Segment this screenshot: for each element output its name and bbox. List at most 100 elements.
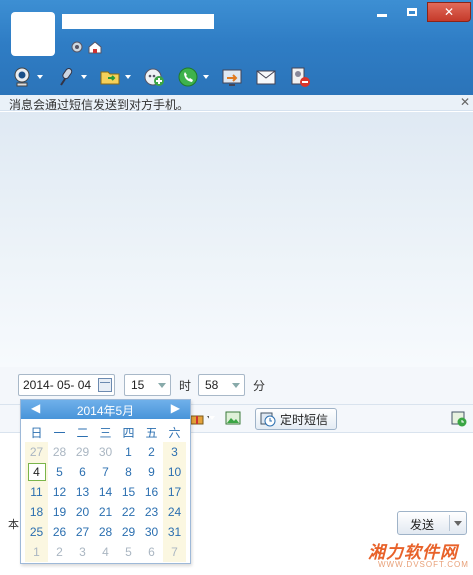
calendar-day[interactable]: 28 (94, 522, 117, 542)
calendar-day[interactable]: 23 (140, 502, 163, 522)
calendar-day[interactable]: 17 (163, 482, 186, 502)
send-label: 发送 (410, 518, 435, 532)
calendar-week: 1 2 3 4 5 6 7 (25, 542, 186, 562)
minimize-button[interactable] (367, 2, 397, 22)
weekday-row: 日 一 二 三 四 五 六 (25, 422, 186, 442)
notice-close-icon[interactable]: ✕ (460, 95, 470, 109)
calendar-day[interactable]: 28 (48, 442, 71, 462)
calendar-day[interactable]: 8 (117, 462, 140, 482)
weekday-label: 四 (122, 425, 135, 440)
calendar-day[interactable]: 2 (48, 542, 71, 562)
calendar-icon[interactable] (98, 378, 112, 392)
calendar-day[interactable]: 1 (25, 542, 48, 562)
chevron-down-icon[interactable] (80, 73, 88, 81)
calendar-day[interactable]: 31 (163, 522, 186, 542)
chevron-down-icon[interactable] (454, 521, 462, 526)
calendar-day[interactable]: 4 (94, 542, 117, 562)
add-chat-tool[interactable] (142, 64, 166, 90)
minute-value: 58 (205, 378, 219, 392)
chevron-down-icon[interactable] (158, 383, 166, 388)
weekday-label: 三 (99, 425, 112, 440)
calendar-day[interactable]: 24 (163, 502, 186, 522)
add-chat-icon (142, 65, 166, 89)
weekday-label: 日 (30, 425, 43, 440)
hour-select[interactable]: 15 (124, 374, 171, 396)
calendar-day[interactable]: 30 (94, 442, 117, 462)
chevron-down-icon[interactable] (202, 73, 210, 81)
watermark-url: WWW.DVSOFT.COM (378, 560, 469, 569)
chevron-down-icon[interactable] (124, 73, 132, 81)
calendar-day[interactable]: 7 (163, 542, 186, 562)
calendar-day[interactable]: 16 (140, 482, 163, 502)
calendar-day[interactable]: 3 (163, 442, 186, 462)
phone-icon (176, 65, 200, 89)
calendar-week: 4 5 6 7 8 9 10 (25, 462, 186, 482)
microphone-icon (54, 65, 78, 89)
calendar-day[interactable]: 27 (25, 442, 48, 462)
send-button[interactable]: 发送 (397, 511, 467, 535)
calendar-day[interactable]: 29 (117, 522, 140, 542)
calendar-day[interactable]: 19 (48, 502, 71, 522)
maximize-icon (407, 8, 417, 16)
image-tool[interactable] (225, 411, 241, 428)
clock-icon (260, 412, 276, 427)
maximize-button[interactable] (397, 2, 427, 22)
calendar-day[interactable]: 14 (94, 482, 117, 502)
calendar-day[interactable]: 3 (71, 542, 94, 562)
folder-transfer-icon (98, 65, 122, 89)
chevron-down-icon[interactable] (207, 414, 215, 422)
calendar-day[interactable]: 5 (117, 542, 140, 562)
phone-tool[interactable] (176, 64, 210, 90)
calendar-day[interactable]: 11 (25, 482, 48, 502)
message-history[interactable] (0, 112, 473, 367)
calendar-day[interactable]: 27 (71, 522, 94, 542)
calendar-day[interactable]: 7 (94, 462, 117, 482)
calendar-day[interactable]: 15 (117, 482, 140, 502)
webcam-tool[interactable] (10, 64, 44, 90)
calendar-day[interactable]: 20 (71, 502, 94, 522)
mail-icon (254, 65, 278, 89)
home-icon[interactable] (88, 40, 102, 54)
file-transfer-tool[interactable] (98, 64, 132, 90)
calendar-day[interactable]: 12 (48, 482, 71, 502)
calendar-day[interactable]: 21 (94, 502, 117, 522)
send-divider (449, 515, 450, 531)
settings-status-icon[interactable] (70, 40, 84, 54)
calendar-day[interactable]: 13 (71, 482, 94, 502)
calendar-day[interactable]: 9 (140, 462, 163, 482)
calendar-day[interactable]: 25 (25, 522, 48, 542)
calendar-day[interactable]: 6 (140, 542, 163, 562)
date-picker-field[interactable]: 2014- 05- 04 (18, 374, 115, 396)
calendar-day[interactable]: 26 (48, 522, 71, 542)
calendar-day[interactable]: 10 (163, 462, 186, 482)
block-contact-tool[interactable] (288, 64, 312, 90)
calendar-day-selected[interactable]: 4 (25, 462, 48, 482)
calendar-day[interactable]: 5 (48, 462, 71, 482)
calendar-day[interactable]: 30 (140, 522, 163, 542)
close-button[interactable]: ✕ (427, 2, 471, 22)
next-month-icon[interactable]: ▶ (171, 401, 180, 415)
weekday-label: 一 (53, 425, 66, 440)
calendar-day[interactable]: 29 (71, 442, 94, 462)
calendar-day[interactable]: 18 (25, 502, 48, 522)
minute-select[interactable]: 58 (198, 374, 245, 396)
chevron-down-icon[interactable] (36, 73, 44, 81)
image-icon (225, 411, 241, 425)
mail-tool[interactable] (254, 64, 278, 90)
scheduled-sms-button[interactable]: 定时短信 (255, 408, 337, 430)
history-tool[interactable] (451, 411, 467, 430)
weekday-label: 五 (145, 425, 158, 440)
chat-header: ✕ (0, 0, 473, 95)
screen-share-tool[interactable] (220, 64, 244, 90)
calendar-day[interactable]: 2 (140, 442, 163, 462)
calendar-week: 18 19 20 21 22 23 24 (25, 502, 186, 522)
selected-day[interactable]: 4 (27, 463, 46, 481)
calendar-day[interactable]: 6 (71, 462, 94, 482)
calendar-day[interactable]: 22 (117, 502, 140, 522)
calendar-title: 2014年5月 (76, 404, 135, 418)
chevron-down-icon[interactable] (232, 383, 240, 388)
emoji-tool[interactable] (190, 411, 215, 425)
calendar-day[interactable]: 1 (117, 442, 140, 462)
avatar[interactable] (11, 12, 55, 56)
microphone-tool[interactable] (54, 64, 88, 90)
